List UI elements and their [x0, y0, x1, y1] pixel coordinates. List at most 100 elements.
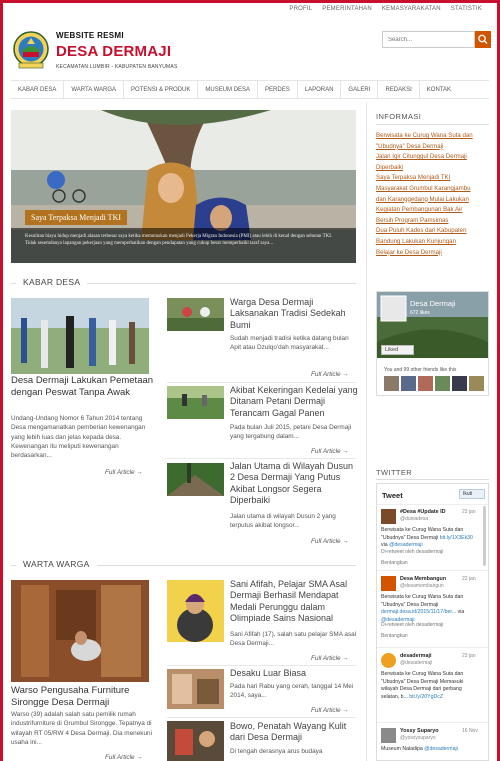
tweet-expand[interactable]: Bentangkan	[381, 560, 408, 567]
thumb-kabar-1[interactable]	[167, 298, 224, 331]
title-kabar-1[interactable]: Warga Desa Dermaji Laksanakan Tradisi Se…	[230, 297, 358, 331]
lead-more-link-warta[interactable]: Full Article →	[105, 754, 143, 761]
avatar	[381, 653, 396, 668]
thumb-warta-2[interactable]	[167, 669, 224, 709]
nav-museum-desa[interactable]: MUSEUM DESA	[198, 81, 259, 98]
avatar[interactable]	[469, 376, 484, 391]
title-kabar-2[interactable]: Akibat Kekeringan Kedelai yang Ditanam P…	[230, 385, 358, 419]
lead-title-warta[interactable]: Warso Pengusaha Furniture Sirongge Desa …	[11, 685, 156, 709]
twitter-scrollbar[interactable]	[483, 506, 486, 566]
info-link[interactable]: Saya Terpaksa Menjadi TKI	[376, 173, 490, 184]
tweet-handle: @desadermaji	[400, 660, 433, 666]
section-header-warta-warga: WARTA WARGA	[11, 559, 356, 571]
title-warta-3[interactable]: Bowo, Penatah Wayang Kulit dari Desa Der…	[230, 721, 358, 744]
info-link[interactable]: dan Karanggedang Mulai Lakukan	[376, 195, 490, 206]
title-kabar-3[interactable]: Jalan Utama di Wilayah Dusun 2 Desa Derm…	[230, 461, 358, 506]
facebook-liked-button[interactable]: Liked	[381, 345, 414, 355]
info-link[interactable]: Kegiatan Pembangunan Bak Air	[376, 205, 490, 216]
title-warta-1[interactable]: Sani Afifah, Pelajar SMA Asal Dermaji Be…	[230, 579, 358, 624]
avatar[interactable]	[435, 376, 450, 391]
excerpt-kabar-2: Pada bulan Juli 2015, petani Desa Dermaj…	[230, 424, 352, 441]
site-logo[interactable]	[13, 30, 49, 70]
tweet-mention[interactable]: @desadermaji	[424, 746, 458, 752]
more-link-warta-2[interactable]: Full Article →	[311, 707, 349, 714]
thumb-warta-3[interactable]	[167, 721, 224, 761]
tweet-link[interactable]: bit.ly/1X3Ek30	[440, 535, 473, 541]
lead-more-link-kabar[interactable]: Full Article →	[105, 469, 143, 476]
divider	[167, 382, 356, 383]
site-kicker: WEBSITE RESMI	[56, 31, 124, 40]
facebook-friend-avatars	[384, 376, 484, 391]
nav-redaksi[interactable]: REDAKSI	[378, 81, 420, 98]
avatar[interactable]	[418, 376, 433, 391]
thumb-warta-1[interactable]	[167, 580, 224, 642]
nav-kontak[interactable]: KONTAK	[420, 81, 458, 98]
avatar	[381, 509, 396, 524]
info-link[interactable]: Berwisata ke Curug Wana Suta dan	[376, 131, 490, 142]
tweet-link[interactable]: bit.ly/20YgDcZ	[409, 694, 443, 700]
more-link-kabar-2[interactable]: Full Article →	[311, 448, 349, 455]
avatar[interactable]	[401, 376, 416, 391]
more-link-kabar-3[interactable]: Full Article →	[311, 538, 349, 545]
excerpt-warta-3: Di tengah derasnya arus budaya	[230, 748, 323, 755]
lead-image-kabar[interactable]	[11, 298, 149, 374]
section-title: KABAR DESA	[16, 277, 88, 287]
tweet-link[interactable]: dermaji.desa.id/2015/11/17/ber...	[381, 609, 456, 615]
info-link[interactable]: Dua Puluh Kades dari Kabupaten	[376, 226, 490, 237]
topnav-profil[interactable]: PROFIL	[289, 6, 312, 12]
search-button[interactable]	[475, 31, 491, 48]
info-link[interactable]: Jalan Igir Citunggul Desa Dermaji	[376, 152, 490, 163]
tweet-expand[interactable]: Bentangkan	[381, 633, 408, 640]
tweet-mention[interactable]: @desadermaji	[389, 542, 423, 548]
divider	[167, 665, 356, 666]
nav-warta-warga[interactable]: WARTA WARGA	[64, 81, 125, 98]
info-link[interactable]: Bersih Program Pamsimas	[376, 216, 490, 227]
divider	[376, 124, 489, 125]
excerpt-kabar-1: Sudah menjadi tradisi ketika datang bula…	[230, 335, 349, 352]
info-link[interactable]: Belajar ke Desa Dermaji	[376, 248, 490, 259]
lead-image-warta[interactable]	[11, 580, 149, 682]
excerpt-kabar-3: Jalan utama di wilayah Dusun 2 yang terp…	[230, 513, 336, 530]
excerpt-warta-1: Sani Afifah (17), salah satu pelajar SMA…	[230, 631, 357, 648]
twitter-follow-button[interactable]: Ikuti	[459, 489, 485, 499]
nav-perdes[interactable]: PERDES	[258, 81, 298, 98]
thumb-kabar-2[interactable]	[167, 386, 224, 419]
facebook-friends-text: You and 99 other friends like this	[384, 367, 457, 373]
tweet-date: 23 jan	[462, 653, 476, 659]
topnav-pemerintahan[interactable]: PEMERINTAHAN	[322, 6, 372, 12]
topnav-kemasyarakatan[interactable]: KEMASYARAKATAN	[382, 6, 441, 12]
title-warta-2[interactable]: Desaku Luar Biasa	[230, 668, 358, 679]
info-link[interactable]: Bandung Lakukan Kunjungan	[376, 237, 490, 248]
avatar[interactable]	[384, 376, 399, 391]
twitter-follow-label: Ikuti	[463, 491, 473, 497]
info-link[interactable]: Diperbaiki	[376, 163, 490, 174]
topnav-statistik[interactable]: STATISTIK	[451, 6, 482, 12]
divider	[377, 570, 488, 571]
info-link[interactable]: Masyarakat Grumbul Karangjambu	[376, 184, 490, 195]
tweet-retweet-note: Di-retweet oleh desadermaji	[381, 622, 444, 628]
twitter-tweet-label: Tweet	[382, 491, 403, 500]
nav-galeri[interactable]: GALERI	[341, 81, 379, 98]
divider	[377, 647, 488, 648]
avatar[interactable]	[452, 376, 467, 391]
avatar	[381, 576, 396, 591]
featured-slider[interactable]: Saya Terpaksa Menjadi TKI Kesulitan biay…	[11, 110, 356, 263]
lead-title-kabar[interactable]: Desa Dermaji Lakukan Pemetaan dengan Pes…	[11, 375, 156, 399]
more-link-warta-1[interactable]: Full Article →	[311, 655, 349, 662]
site-title[interactable]: DESA DERMAJI	[56, 43, 171, 60]
more-link-kabar-1[interactable]: Full Article →	[311, 371, 349, 378]
nav-kabar-desa[interactable]: KABAR DESA	[11, 81, 65, 98]
page-border-left	[0, 0, 3, 761]
search-input[interactable]	[382, 31, 475, 48]
facebook-page-name[interactable]: Desa Dermaji	[410, 299, 455, 308]
section-header-kabar-desa: KABAR DESA	[11, 277, 356, 289]
info-link[interactable]: "Ubudnya" Desa Dermaji	[376, 142, 490, 153]
nav-potensi-produk[interactable]: POTENSI & PRODUK	[124, 81, 199, 98]
facebook-liked-label: Liked	[385, 347, 399, 353]
thumb-kabar-3[interactable]	[167, 463, 224, 496]
top-nav: PROFIL PEMERINTAHAN KEMASYARAKATAN STATI…	[289, 6, 482, 12]
excerpt-warta-2: Pada hari Rabu yang cerah, tanggal 14 Me…	[230, 683, 354, 700]
tweet-text: Museum Naladipa @desadermaji	[381, 746, 458, 752]
nav-laporan[interactable]: LAPORAN	[298, 81, 342, 98]
slider-caption[interactable]: Saya Terpaksa Menjadi TKI	[25, 210, 128, 225]
